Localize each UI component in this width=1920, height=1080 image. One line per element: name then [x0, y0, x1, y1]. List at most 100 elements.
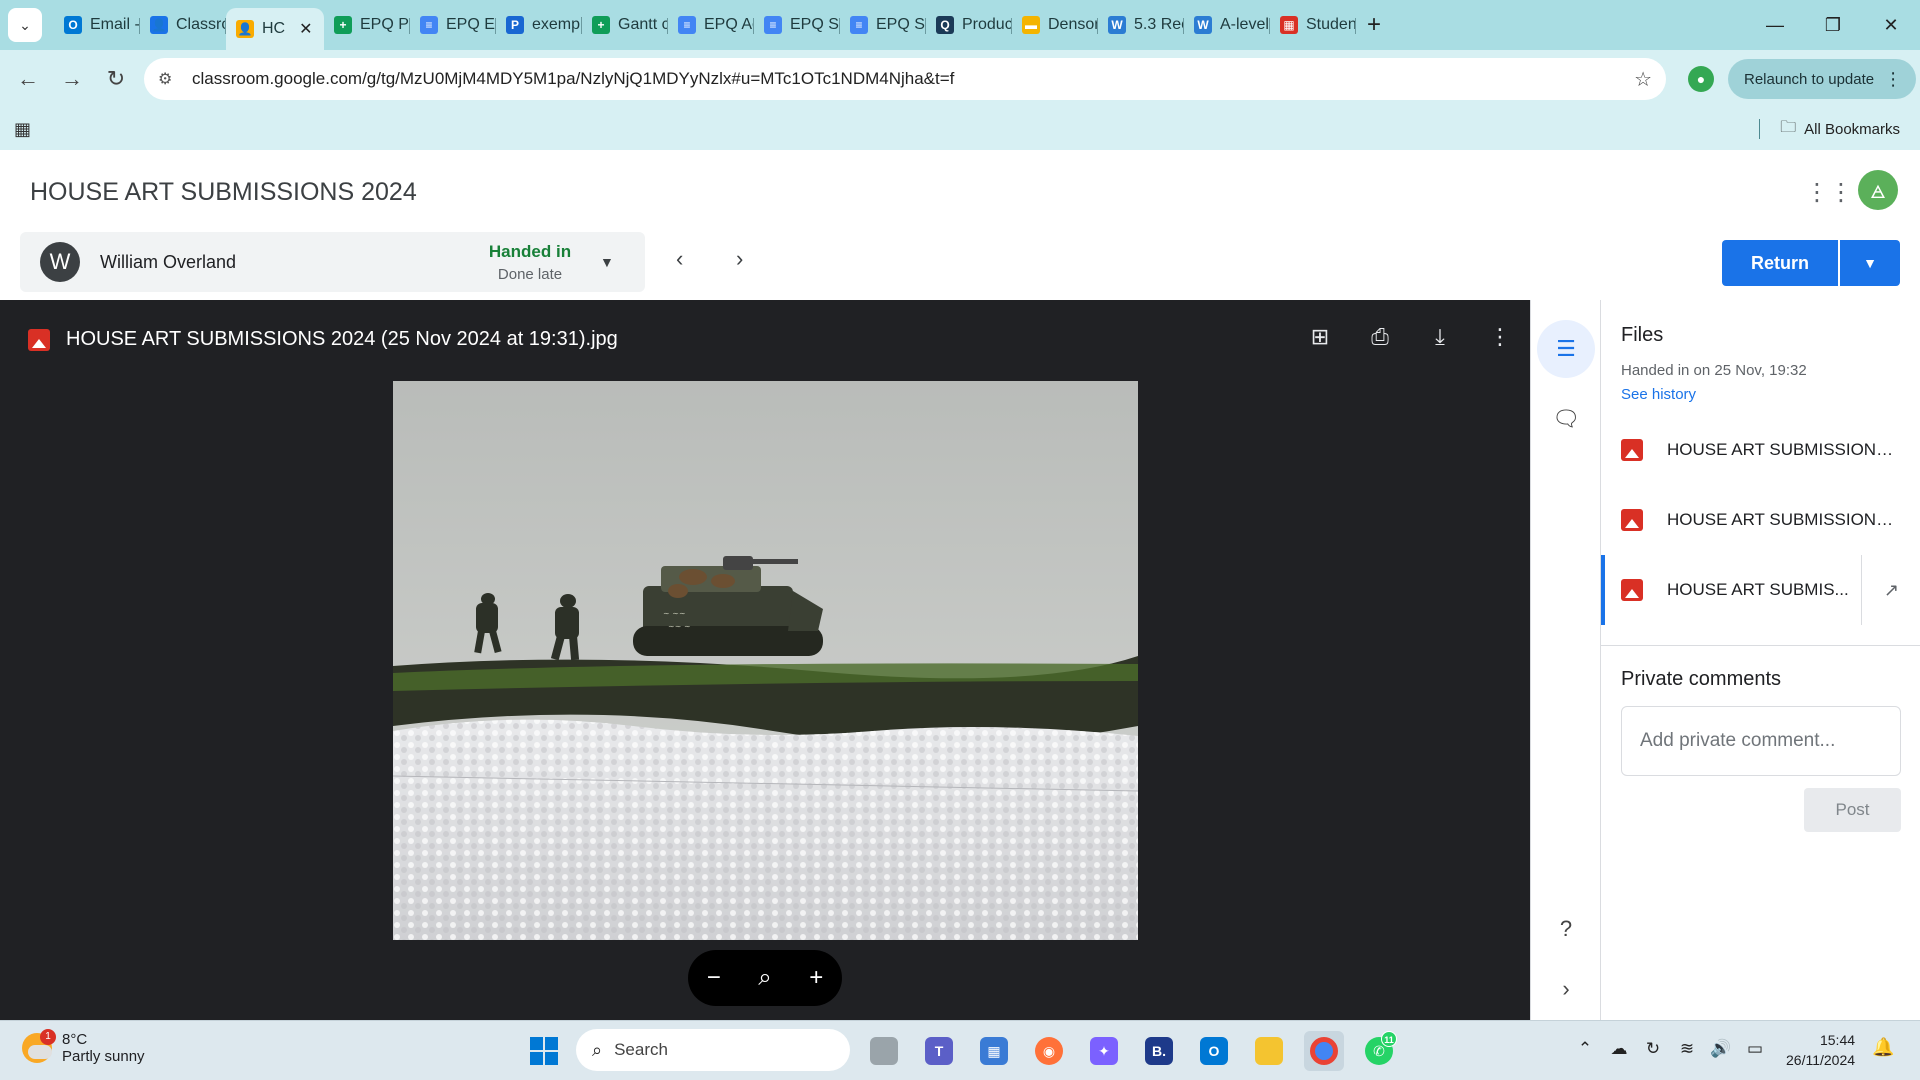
windows-start-icon[interactable]	[530, 1037, 558, 1065]
file-item[interactable]: HOUSE ART SUBMISSIONS 2...	[1601, 485, 1920, 555]
see-history-link[interactable]: See history	[1621, 386, 1696, 403]
chevron-down-icon: ⌄	[19, 16, 31, 33]
browser-tab[interactable]: O Email -	[54, 6, 140, 44]
student-selector[interactable]: W William Overland Handed in Done late ▼	[20, 232, 645, 292]
bookmark-star-icon[interactable]: ☆	[1634, 67, 1652, 92]
browser-tab[interactable]: 👤 HC ✕	[226, 8, 324, 50]
return-button-group: Return ▼	[1722, 240, 1900, 286]
zoom-out-icon[interactable]: −	[707, 964, 721, 992]
clock-time: 15:44	[1819, 1032, 1856, 1048]
browser-tab[interactable]: ≡ EPQ Es	[410, 6, 496, 44]
download-icon[interactable]: ⤓	[1410, 324, 1470, 350]
back-icon[interactable]: ←	[6, 66, 50, 92]
open-in-new-icon[interactable]: ↗	[1861, 555, 1920, 625]
profile-extension-icon[interactable]: ●	[1688, 66, 1714, 92]
help-icon[interactable]: ?	[1537, 900, 1595, 958]
copilot-icon[interactable]: ✦	[1084, 1031, 1124, 1071]
browser-tab[interactable]: + Gantt c	[582, 6, 668, 44]
return-button[interactable]: Return	[1722, 240, 1838, 286]
whatsapp-icon[interactable]: ✆ 11	[1359, 1031, 1399, 1071]
new-tab-button[interactable]: +	[1356, 11, 1392, 39]
store-icon[interactable]: ▦	[974, 1031, 1014, 1071]
taskbar-search[interactable]: ⌕ Search	[576, 1029, 850, 1071]
handed-in-time: Handed in on 25 Nov, 19:32	[1621, 362, 1807, 379]
account-avatar[interactable]: 🜁	[1858, 170, 1898, 210]
image-file-icon	[1621, 579, 1643, 601]
browser-tab-label: Classro	[176, 16, 226, 33]
search-icon: ⌕	[592, 1039, 603, 1060]
sheets-icon: +	[334, 16, 352, 34]
browser-tab[interactable]: W 5.3 Rec	[1098, 6, 1184, 44]
site-info-icon[interactable]: ⚙	[158, 69, 180, 89]
add-comment-icon[interactable]: ⊞	[1290, 324, 1350, 350]
previous-student-button[interactable]: ‹	[676, 246, 683, 272]
browser-tab[interactable]: Q Produc	[926, 6, 1012, 44]
w-site-icon: W	[1108, 16, 1126, 34]
apps-shortcut-icon[interactable]: ▦	[14, 119, 31, 140]
firefox-icon[interactable]: ◉	[1029, 1031, 1069, 1071]
wifi-icon[interactable]: ≋	[1670, 1039, 1704, 1059]
file-item[interactable]: HOUSE ART SUBMISSIONS 2...	[1601, 415, 1920, 485]
bookmarks-bar: ▦ 🗀 All Bookmarks	[0, 108, 1920, 150]
onedrive-icon[interactable]: ☁	[1602, 1039, 1636, 1059]
close-window-icon[interactable]: ✕	[1862, 15, 1920, 36]
battery-icon[interactable]: ▭	[1738, 1039, 1772, 1059]
relaunch-button[interactable]: Relaunch to update ⋮	[1728, 59, 1917, 99]
taskbar-clock[interactable]: 15:44 26/11/2024	[1786, 1030, 1855, 1070]
caret-down-icon[interactable]: ▼	[600, 254, 614, 270]
chevron-right-icon[interactable]: ›	[1537, 960, 1595, 1018]
sync-icon[interactable]: ↻	[1636, 1039, 1670, 1059]
weather-text: 8°C Partly sunny	[62, 1031, 145, 1065]
next-student-button[interactable]: ›	[736, 246, 743, 272]
outlook-taskbar-icon[interactable]: O	[1194, 1031, 1234, 1071]
browser-toolbar: ← → ↻ ⚙ classroom.google.com/g/tg/MzU0Mj…	[0, 50, 1920, 108]
tab-search-button[interactable]: ⌄	[8, 8, 42, 42]
taskbar-search-label: Search	[614, 1040, 668, 1059]
file-item-selected[interactable]: HOUSE ART SUBMIS... ↗	[1601, 555, 1920, 625]
volume-icon[interactable]: 🔊	[1704, 1039, 1738, 1059]
browser-tab[interactable]: ≡ EPQ Sc	[754, 6, 840, 44]
close-tab-icon[interactable]: ✕	[299, 19, 312, 39]
browser-tab-label: 5.3 Rec	[1134, 16, 1184, 33]
zoom-reset-icon[interactable]: ⌕	[758, 964, 771, 992]
print-icon[interactable]: ⎙	[1350, 324, 1410, 350]
browser-tab-label: exempl	[532, 16, 582, 33]
weather-badge: 1	[40, 1029, 56, 1045]
notification-bell-icon[interactable]: 🔔	[1872, 1037, 1894, 1058]
weather-desc: Partly sunny	[62, 1048, 145, 1065]
browser-tab[interactable]: ▦ Studen	[1270, 6, 1356, 44]
browser-tab[interactable]: ≡ EPQ Ac	[668, 6, 754, 44]
forward-icon[interactable]: →	[50, 66, 94, 92]
files-tab-icon[interactable]: ☰	[1537, 320, 1595, 378]
b-app-icon[interactable]: B.	[1139, 1031, 1179, 1071]
more-vert-icon[interactable]: ⋮	[1470, 324, 1530, 350]
image-file-icon	[1621, 439, 1643, 461]
browser-tab[interactable]: + EPQ Pr	[324, 6, 410, 44]
browser-tab[interactable]: Pexempl	[496, 6, 582, 44]
browser-tab[interactable]: ≡ EPQ Sc	[840, 6, 926, 44]
file-explorer-icon[interactable]	[1249, 1031, 1289, 1071]
task-view-icon[interactable]	[864, 1031, 904, 1071]
address-bar[interactable]: ⚙ classroom.google.com/g/tg/MzU0MjM4MDY5…	[144, 58, 1666, 100]
chevron-up-icon[interactable]: ⌃	[1568, 1039, 1602, 1059]
comments-tab-icon[interactable]: 🗨	[1537, 390, 1595, 448]
chrome-taskbar-icon[interactable]	[1304, 1031, 1344, 1071]
return-options-button[interactable]: ▼	[1840, 240, 1900, 286]
restore-icon[interactable]: ❐	[1804, 15, 1862, 36]
bookmarks-divider	[1759, 119, 1761, 139]
reload-icon[interactable]: ↻	[94, 66, 138, 92]
teams-icon[interactable]: T	[919, 1031, 959, 1071]
browser-tab-label: HC	[262, 20, 286, 37]
slides-icon: ▬	[1022, 16, 1040, 34]
minimize-icon[interactable]: —	[1746, 15, 1804, 36]
all-bookmarks[interactable]: 🗀 All Bookmarks	[1759, 116, 1900, 143]
browser-tab[interactable]: ▬ Densor	[1012, 6, 1098, 44]
weather-widget[interactable]: 1 8°C Partly sunny	[22, 1029, 145, 1065]
private-comment-input[interactable]	[1621, 706, 1901, 776]
submission-photo: ∼ ∼∼ ∼∼ ∼	[393, 381, 1138, 940]
browser-tab[interactable]: W A-level	[1184, 6, 1270, 44]
browser-tab[interactable]: 👤 Classro	[140, 6, 226, 44]
post-button[interactable]: Post	[1804, 788, 1901, 832]
url-text[interactable]: classroom.google.com/g/tg/MzU0MjM4MDY5M1…	[192, 69, 1634, 89]
zoom-in-icon[interactable]: +	[809, 964, 823, 992]
